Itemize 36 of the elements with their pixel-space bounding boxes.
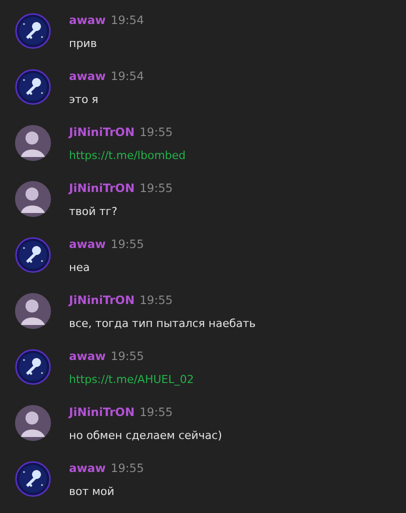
author-name[interactable]: JiNiniTrON <box>69 125 135 139</box>
message-time: 19:54 <box>110 13 144 27</box>
key-avatar-icon <box>15 69 51 105</box>
author-name[interactable]: awaw <box>69 237 106 251</box>
message-time: 19:55 <box>140 181 173 195</box>
author-name[interactable]: JiNiniTrON <box>69 181 135 195</box>
author-name[interactable]: awaw <box>69 461 106 475</box>
message-time: 19:55 <box>140 293 173 307</box>
message-link[interactable]: https://t.me/lbombed <box>69 148 186 164</box>
message-text: прив <box>69 36 97 52</box>
message-text: неа <box>69 260 90 276</box>
message-text: но обмен сделаем сейчас) <box>69 428 222 444</box>
avatar-icon <box>15 293 51 329</box>
message-time: 19:55 <box>140 125 173 139</box>
avatar-icon <box>15 405 51 441</box>
message-time: 19:55 <box>110 349 144 363</box>
author-name[interactable]: awaw <box>69 69 106 83</box>
message-time: 19:55 <box>140 405 173 419</box>
author-name[interactable]: JiNiniTrON <box>69 293 135 307</box>
message-text: все, тогда тип пытался наебать <box>69 316 256 332</box>
author-name[interactable]: JiNiniTrON <box>69 405 135 419</box>
key-avatar-icon <box>15 237 51 273</box>
message-text: вот мой <box>69 484 114 500</box>
avatar-icon <box>15 181 51 217</box>
message-time: 19:55 <box>110 237 144 251</box>
message-time: 19:55 <box>110 461 144 475</box>
avatar-icon <box>15 125 51 161</box>
message-time: 19:54 <box>110 69 144 83</box>
author-name[interactable]: awaw <box>69 13 106 27</box>
author-name[interactable]: awaw <box>69 349 106 363</box>
key-avatar-icon <box>15 13 51 49</box>
key-avatar-icon <box>15 349 51 385</box>
key-avatar-icon <box>15 461 51 497</box>
message-link[interactable]: https://t.me/AHUEL_02 <box>69 372 194 388</box>
message-text: это я <box>69 92 98 108</box>
message-text: твой тг? <box>69 204 118 220</box>
